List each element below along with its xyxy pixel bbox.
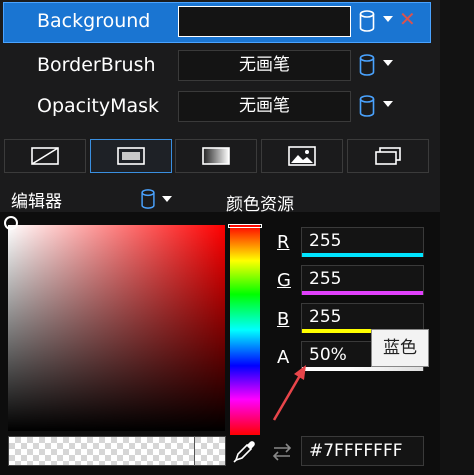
no-brush-icon: [31, 147, 59, 165]
resource-database-icon[interactable]: [359, 10, 375, 32]
hue-slider[interactable]: [230, 225, 260, 435]
gradient-brush-icon: [202, 147, 230, 165]
alpha-channel-bar: [302, 367, 423, 371]
eyedropper-icon[interactable]: [232, 438, 258, 464]
solid-color-brush-icon: [117, 147, 145, 165]
resource-database-icon[interactable]: [359, 95, 375, 117]
tab-image-brush[interactable]: [261, 139, 343, 173]
saturation-value-picker[interactable]: [8, 225, 225, 431]
image-brush-icon: [288, 146, 316, 166]
channel-label-b: B: [277, 309, 290, 330]
property-label-borderbrush: BorderBrush: [37, 54, 156, 76]
clear-close-icon[interactable]: ✕: [399, 7, 416, 31]
background-brush-preview[interactable]: [178, 6, 351, 37]
red-channel-bar: [302, 253, 423, 257]
tab-solid-color-brush[interactable]: [90, 139, 172, 173]
color-picker-handle[interactable]: [4, 216, 18, 230]
tab-gradient-brush[interactable]: [175, 139, 257, 173]
property-label-opacitymask: OpacityMask: [37, 95, 160, 117]
channel-label-g: G: [277, 270, 291, 291]
hue-slider-thumb[interactable]: [228, 224, 262, 228]
visual-brush-icon: [375, 147, 401, 165]
editor-title: 编辑器: [11, 192, 62, 212]
property-row-background[interactable]: Background ✕: [0, 0, 474, 43]
property-label-background: Background: [37, 10, 151, 32]
borderbrush-value[interactable]: 无画笔: [178, 50, 351, 81]
chevron-down-icon[interactable]: [383, 101, 393, 107]
hex-color-input[interactable]: #7FFFFFFF: [301, 436, 424, 466]
tab-no-brush[interactable]: [4, 139, 86, 173]
green-channel-bar: [302, 291, 423, 295]
chevron-down-icon[interactable]: [383, 16, 393, 22]
chevron-down-icon[interactable]: [162, 196, 172, 202]
channel-label-r: R: [277, 232, 290, 253]
tab-visual-brush[interactable]: [347, 139, 429, 173]
resource-database-icon[interactable]: [140, 189, 156, 209]
chevron-down-icon[interactable]: [383, 60, 393, 66]
property-row-opacitymask[interactable]: OpacityMask 无画笔: [0, 85, 474, 126]
opacitymask-value[interactable]: 无画笔: [178, 91, 351, 122]
resource-database-icon[interactable]: [359, 54, 375, 76]
swatch-divider: [194, 436, 195, 466]
tooltip: 蓝色: [371, 329, 429, 367]
annotation-arrow: [272, 365, 306, 421]
swap-arrows-icon[interactable]: [270, 442, 294, 462]
property-row-borderbrush[interactable]: BorderBrush 无画笔: [0, 44, 474, 85]
